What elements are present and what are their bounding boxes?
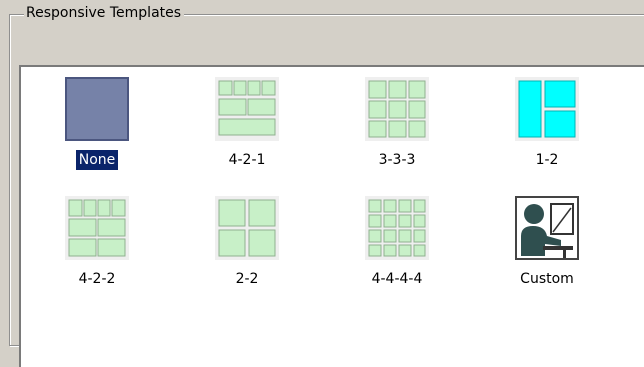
template-item-4-4-4-4[interactable]: 4-4-4-4 (342, 196, 452, 287)
group-title: Responsive Templates (24, 5, 185, 22)
layout-4-4-4-4-icon (365, 196, 429, 260)
none-template-icon (65, 77, 129, 141)
template-item-none[interactable]: None (42, 77, 152, 170)
layout-3-3-3-icon (365, 77, 429, 141)
templates-list[interactable]: None 4-2-1 3-3-3 1-2 4-2-2 2-2 4-4-4-4 C… (19, 65, 644, 367)
template-label: 2-2 (235, 271, 259, 287)
template-item-4-2-1[interactable]: 4-2-1 (192, 77, 302, 168)
template-label: 4-4-4-4 (371, 271, 423, 287)
template-item-4-2-2[interactable]: 4-2-2 (42, 196, 152, 287)
template-label: 1-2 (535, 152, 559, 168)
template-label: 3-3-3 (378, 152, 416, 168)
template-label: 4-2-1 (228, 152, 266, 168)
layout-1-2-icon (515, 77, 579, 141)
template-item-3-3-3[interactable]: 3-3-3 (342, 77, 452, 168)
template-label: None (75, 150, 119, 170)
layout-2-2-icon (215, 196, 279, 260)
template-label: 4-2-2 (78, 271, 116, 287)
template-item-2-2[interactable]: 2-2 (192, 196, 302, 287)
layout-4-2-2-icon (65, 196, 129, 260)
custom-person-icon (515, 196, 579, 260)
template-label: Custom (520, 271, 574, 287)
template-item-1-2[interactable]: 1-2 (492, 77, 602, 168)
template-item-custom[interactable]: Custom (492, 196, 602, 287)
layout-4-2-1-icon (215, 77, 279, 141)
